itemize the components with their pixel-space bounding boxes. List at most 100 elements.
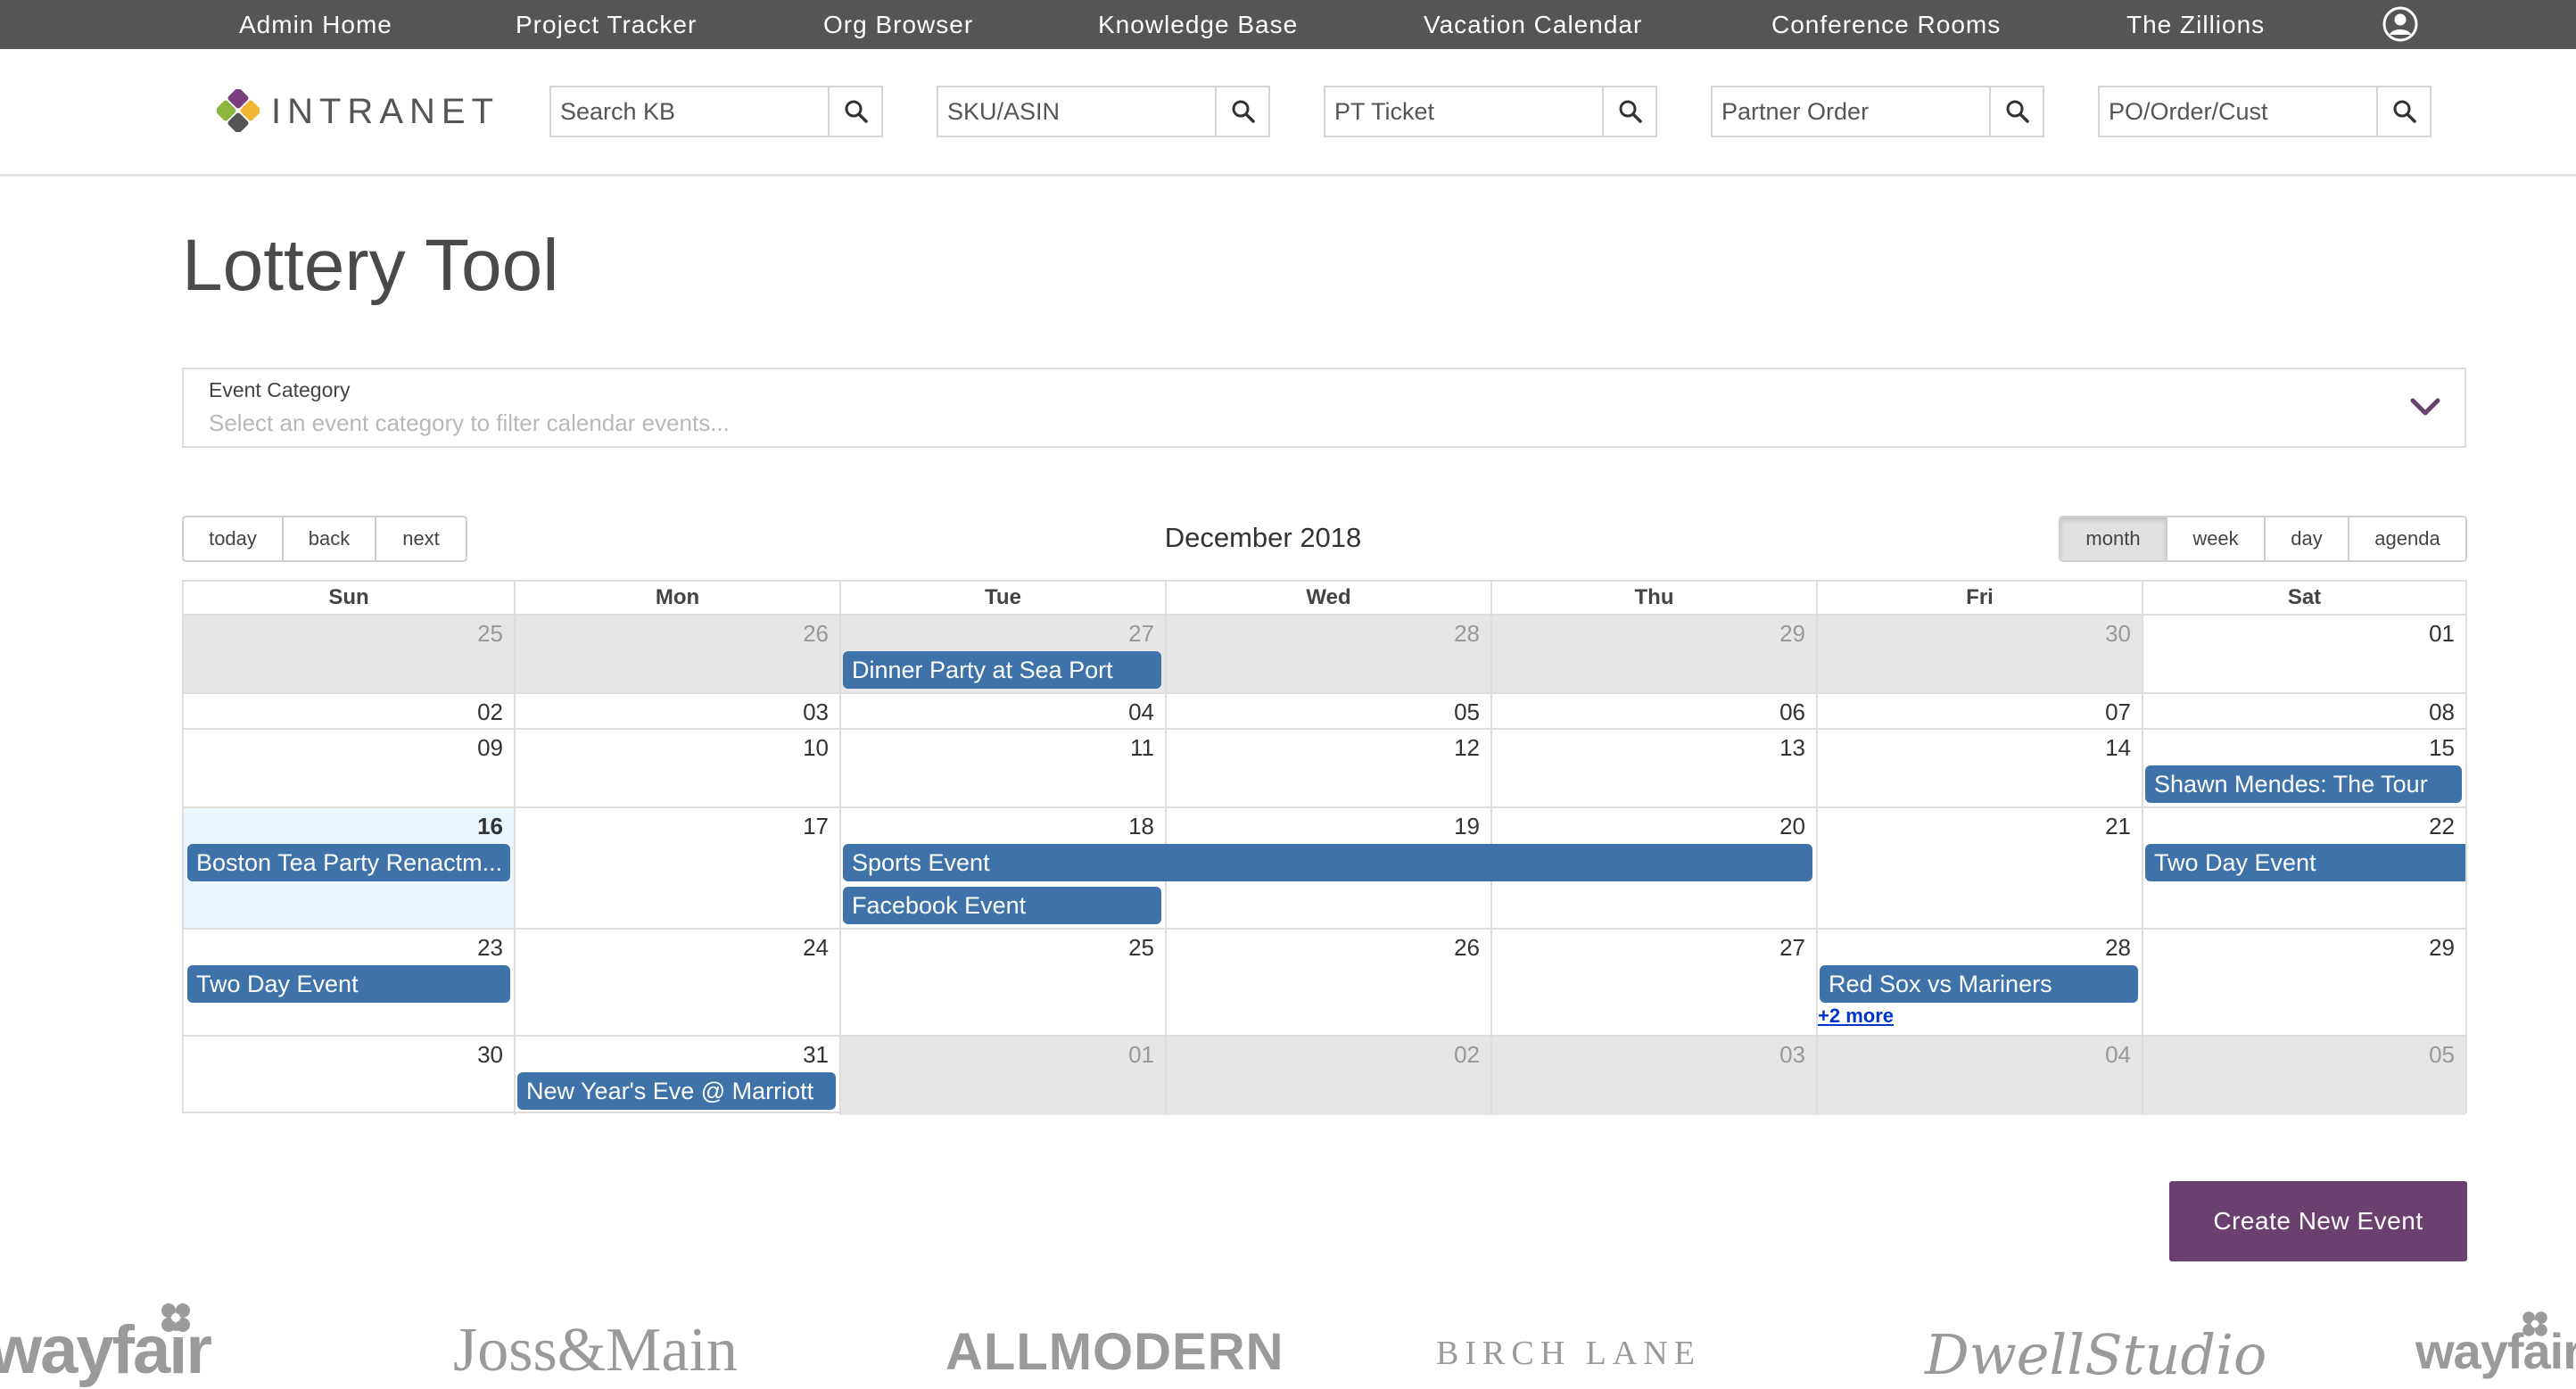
date-number[interactable]: 12 — [1165, 733, 1490, 762]
po-order-cust-button[interactable] — [2380, 87, 2430, 136]
date-number[interactable]: 18 — [839, 812, 1165, 840]
date-number[interactable]: 30 — [1816, 619, 2142, 648]
calendar-event[interactable]: Shawn Mendes: The Tour — [2145, 765, 2462, 803]
pt-ticket-input[interactable] — [1325, 87, 1604, 136]
date-number[interactable]: 19 — [1165, 812, 1490, 840]
sku-asin-box — [937, 86, 1270, 137]
event-category-placeholder: Select an event category to filter calen… — [209, 409, 730, 436]
date-number[interactable]: 02 — [1165, 1040, 1490, 1069]
date-number[interactable]: 22 — [2142, 812, 2465, 840]
weekday-header-sun: Sun — [328, 585, 369, 609]
back-button[interactable]: back — [284, 517, 376, 560]
date-number[interactable]: 28 — [1165, 619, 1490, 648]
date-number[interactable]: 02 — [184, 698, 514, 726]
calendar-event[interactable]: Boston Tea Party Renactm... — [187, 844, 510, 881]
calendar-event[interactable]: Two Day Event — [2145, 844, 2465, 881]
nav-vacation-calendar[interactable]: Vacation Calendar — [1424, 0, 1642, 49]
date-number[interactable]: 15 — [2142, 733, 2465, 762]
pt-ticket-button[interactable] — [1606, 87, 1655, 136]
calendar-event[interactable]: Facebook Event — [843, 887, 1161, 924]
date-number[interactable]: 14 — [1816, 733, 2142, 762]
date-number[interactable]: 06 — [1490, 698, 1816, 726]
today-button[interactable]: today — [184, 517, 284, 560]
sku-asin-input[interactable] — [938, 87, 1217, 136]
sku-asin-button[interactable] — [1218, 87, 1268, 136]
search-kb-box — [549, 86, 883, 137]
calendar-event[interactable]: Two Day Event — [187, 965, 510, 1003]
nav-conference-rooms[interactable]: Conference Rooms — [1771, 0, 2001, 49]
po-order-cust-input[interactable] — [2100, 87, 2378, 136]
search-kb-input[interactable] — [551, 87, 830, 136]
wayfair-flower-icon — [2522, 1311, 2547, 1336]
date-number[interactable]: 01 — [2142, 619, 2465, 648]
date-number[interactable]: 25 — [839, 933, 1165, 962]
nav-admin-home[interactable]: Admin Home — [239, 0, 392, 49]
date-number[interactable]: 29 — [2142, 933, 2465, 962]
date-number[interactable]: 25 — [184, 619, 514, 648]
dwellstudio-logo[interactable]: DwellStudio — [1925, 1322, 2266, 1387]
date-number[interactable]: 21 — [1816, 812, 2142, 840]
calendar-nav-group: today back next — [182, 516, 467, 562]
view-month-button[interactable]: month — [2060, 517, 2167, 560]
birch-lane-logo[interactable]: BIRCH LANE — [1436, 1334, 1701, 1373]
nav-knowledge-base[interactable]: Knowledge Base — [1098, 0, 1298, 49]
wayfair-flower-icon — [161, 1303, 190, 1332]
date-number[interactable]: 23 — [184, 933, 514, 962]
chevron-down-icon[interactable] — [2409, 396, 2441, 419]
week-row: 16 17 18 19 20 21 22 Boston Tea Party Renactm..… — [184, 806, 2465, 928]
partner-order-input[interactable] — [1713, 87, 1991, 136]
create-new-event-button[interactable]: Create New Event — [2169, 1181, 2467, 1261]
weekday-header-fri: Fri — [1816, 582, 2142, 614]
week-row: 30 31 01 02 03 04 05 New Year's Eve @ Marriott — [184, 1035, 2465, 1115]
search-kb-button[interactable] — [831, 87, 881, 136]
date-number[interactable]: 27 — [1490, 933, 1816, 962]
joss-main-logo[interactable]: Joss&Main — [453, 1315, 738, 1386]
date-number[interactable]: 05 — [1165, 698, 1490, 726]
date-number[interactable]: 30 — [184, 1040, 514, 1069]
calendar-event[interactable]: Sports Event — [843, 844, 1812, 881]
date-number[interactable]: 04 — [1816, 1040, 2142, 1069]
date-number[interactable]: 05 — [2142, 1040, 2465, 1069]
intranet-logo-icon[interactable] — [215, 87, 261, 134]
show-more-link[interactable]: +2 more — [1818, 1005, 1894, 1028]
date-number[interactable]: 28 — [1816, 933, 2142, 962]
date-number[interactable]: 04 — [839, 698, 1165, 726]
week-row: 25 26 27 28 29 30 01 Dinner Party at Sea Port — [184, 614, 2465, 692]
next-button[interactable]: next — [376, 517, 466, 560]
week-row: 09 10 11 12 13 14 15 Shawn Mendes: The Tour — [184, 728, 2465, 806]
date-number[interactable]: 20 — [1490, 812, 1816, 840]
date-number[interactable]: 16 — [184, 812, 514, 840]
partner-order-box — [1711, 86, 2044, 137]
date-number[interactable]: 08 — [2142, 698, 2465, 726]
date-number[interactable]: 27 — [839, 619, 1165, 648]
event-category-select[interactable]: Event Category Select an event category … — [182, 368, 2466, 448]
date-number[interactable]: 10 — [514, 733, 839, 762]
nav-the-zillions[interactable]: The Zillions — [2126, 0, 2265, 49]
date-number[interactable]: 17 — [514, 812, 839, 840]
date-number[interactable]: 24 — [514, 933, 839, 962]
date-number[interactable]: 11 — [839, 733, 1165, 762]
wayfair-logo-repeat[interactable]: wayfair — [2415, 1322, 2576, 1380]
calendar-event[interactable]: Red Sox vs Mariners — [1820, 965, 2138, 1003]
date-number[interactable]: 03 — [514, 698, 839, 726]
date-number[interactable]: 07 — [1816, 698, 2142, 726]
view-day-button[interactable]: day — [2266, 517, 2349, 560]
view-agenda-button[interactable]: agenda — [2349, 517, 2465, 560]
calendar-event[interactable]: New Year's Eve @ Marriott — [517, 1072, 836, 1110]
date-number[interactable]: 01 — [839, 1040, 1165, 1069]
partner-order-button[interactable] — [1993, 87, 2043, 136]
date-number[interactable]: 03 — [1490, 1040, 1816, 1069]
calendar-event[interactable]: Dinner Party at Sea Port — [843, 651, 1161, 689]
nav-org-browser[interactable]: Org Browser — [823, 0, 973, 49]
date-number[interactable]: 26 — [1165, 933, 1490, 962]
user-icon[interactable] — [2382, 5, 2419, 43]
date-number[interactable]: 29 — [1490, 619, 1816, 648]
search-icon — [2393, 100, 2416, 123]
date-number[interactable]: 31 — [514, 1040, 839, 1069]
date-number[interactable]: 13 — [1490, 733, 1816, 762]
nav-project-tracker[interactable]: Project Tracker — [516, 0, 697, 49]
allmodern-logo[interactable]: ALLMODERN — [945, 1322, 1284, 1382]
view-week-button[interactable]: week — [2167, 517, 2266, 560]
date-number[interactable]: 09 — [184, 733, 514, 762]
date-number[interactable]: 26 — [514, 619, 839, 648]
